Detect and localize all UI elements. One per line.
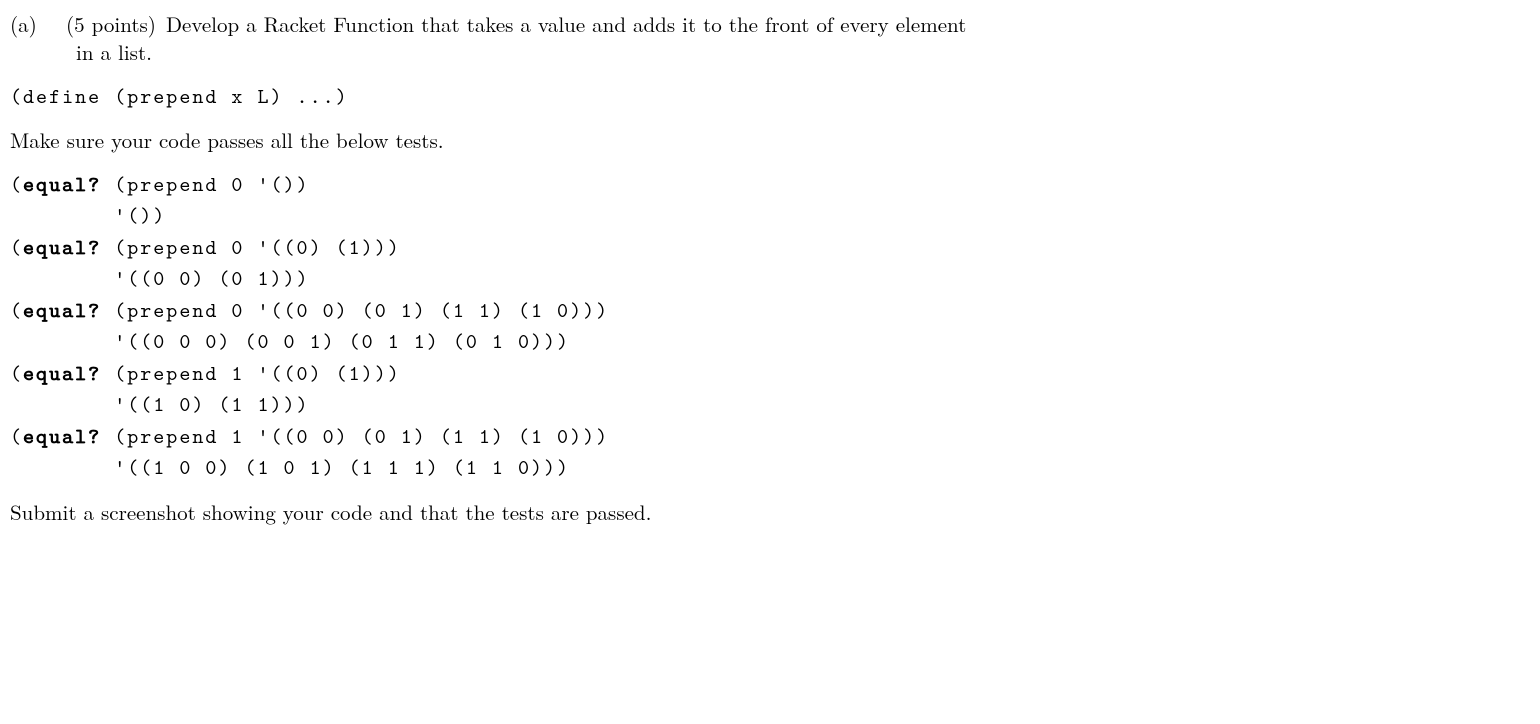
points-label: (5 points) bbox=[66, 10, 156, 38]
signature-code-block: (define (prepend x L) ...) bbox=[10, 81, 1510, 113]
submission-note: Submit a screenshot showing your code an… bbox=[10, 498, 1510, 526]
problem-header: (a) (5 points) Develop a Racket Function… bbox=[10, 10, 1510, 38]
tests-code-block: (equal? (prepend 0 '()) '()) (equal? (pr… bbox=[10, 169, 1510, 484]
prompt-line-2: in a list. bbox=[76, 38, 1510, 66]
prompt-line-1: Develop a Racket Function that takes a v… bbox=[166, 10, 1510, 38]
problem-label: (a) bbox=[10, 10, 56, 38]
tests-instruction: Make sure your code passes all the below… bbox=[10, 126, 1510, 154]
problem-container: (a) (5 points) Develop a Racket Function… bbox=[0, 0, 1540, 550]
